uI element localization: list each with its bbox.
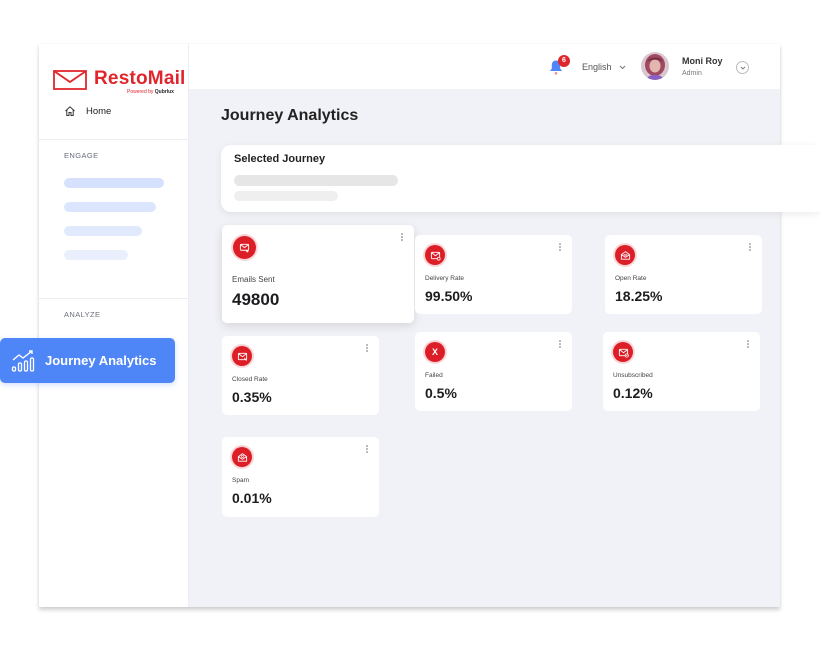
metric-label: Open Rate: [615, 275, 647, 282]
language-selector[interactable]: English: [582, 62, 626, 72]
mail-send-icon: [233, 236, 256, 259]
sidebar-item-home-label: Home: [86, 105, 112, 117]
user-menu-button[interactable]: [736, 61, 749, 74]
x-icon: X: [425, 342, 445, 362]
notification-count-badge: 6: [558, 55, 570, 67]
selected-journey-label: Selected Journey: [234, 153, 326, 165]
app-window: [39, 44, 780, 607]
avatar[interactable]: [641, 52, 669, 80]
metric-value: 49800: [232, 290, 280, 309]
metric-value: 0.01%: [232, 490, 272, 506]
metric-card-failed[interactable]: X Failed 0.5%: [415, 332, 572, 411]
sidebar-item-journey-analytics-label: Journey Analytics: [45, 353, 157, 368]
home-icon: [65, 106, 75, 116]
metric-card-emails-sent[interactable]: Emails Sent 49800: [222, 225, 414, 323]
section-label-engage: ENGAGE: [64, 151, 99, 160]
metric-value: 99.50%: [425, 288, 473, 304]
brand-name: RestoMail: [94, 68, 186, 89]
envelope-logo-icon: [53, 70, 87, 90]
metric-label: Unsubscribed: [613, 372, 653, 379]
metric-card-open-rate[interactable]: Open Rate 18.25%: [605, 235, 762, 314]
powered-by-prefix: Powered by: [127, 89, 154, 95]
metric-card-unsubscribed[interactable]: Unsubscribed 0.12%: [603, 332, 760, 411]
mail-spam-icon: [232, 447, 252, 467]
journey-selector-loading[interactable]: [234, 175, 398, 186]
sidebar-loading-item: [64, 202, 156, 212]
mail-delivered-icon: [425, 245, 445, 265]
powered-by-name: Qubrlux: [154, 89, 174, 95]
card-menu-kebab-icon[interactable]: [748, 243, 752, 253]
metric-label: Emails Sent: [232, 275, 275, 284]
metric-card-closed-rate[interactable]: Closed Rate 0.35%: [222, 336, 379, 415]
user-name: Moni Roy: [682, 56, 723, 66]
user-role: Admin: [682, 70, 702, 77]
mail-unsubscribe-icon: [613, 342, 633, 362]
selected-journey-card: Selected Journey: [221, 145, 820, 212]
sidebar-loading-item: [64, 226, 142, 236]
card-menu-kebab-icon[interactable]: [558, 243, 562, 253]
sidebar-item-home[interactable]: Home: [64, 105, 111, 117]
card-menu-kebab-icon[interactable]: [400, 233, 404, 243]
chevron-down-icon: [619, 65, 625, 69]
sidebar-divider: [39, 298, 189, 299]
card-menu-kebab-icon[interactable]: [558, 340, 562, 350]
metric-label: Spam: [232, 477, 249, 484]
metric-value: 0.12%: [613, 385, 653, 401]
language-label: English: [582, 62, 612, 72]
sidebar: [39, 44, 189, 607]
powered-by: Powered by Qubrlux: [127, 89, 174, 95]
sidebar-loading-item: [64, 178, 164, 188]
metric-value: 0.5%: [425, 385, 457, 401]
user-avatar-image: [641, 52, 669, 80]
top-bar: [189, 44, 780, 89]
journey-detail-loading: [234, 191, 338, 201]
card-menu-kebab-icon[interactable]: [365, 445, 369, 455]
metric-value: 18.25%: [615, 288, 663, 304]
card-menu-kebab-icon[interactable]: [365, 344, 369, 354]
mail-closed-icon: [232, 346, 252, 366]
mail-open-icon: [615, 245, 635, 265]
metric-card-spam[interactable]: Spam 0.01%: [222, 437, 379, 517]
metric-value: 0.35%: [232, 389, 272, 405]
metric-card-delivery-rate[interactable]: Delivery Rate 99.50%: [415, 235, 572, 314]
metric-label: Failed: [425, 372, 443, 379]
brand-logo[interactable]: RestoMail Powered by Qubrlux: [53, 68, 186, 95]
metric-label: Closed Rate: [232, 376, 268, 383]
sidebar-item-journey-analytics[interactable]: Journey Analytics: [0, 338, 175, 383]
section-label-analyze: ANALYZE: [64, 310, 101, 319]
sidebar-divider: [39, 139, 189, 140]
metric-label: Delivery Rate: [425, 275, 465, 282]
sidebar-loading-item: [64, 250, 128, 260]
page-title: Journey Analytics: [221, 107, 359, 124]
bar-chart-trend-icon: [11, 349, 35, 372]
card-menu-kebab-icon[interactable]: [746, 340, 750, 350]
chevron-down-icon: [740, 66, 745, 70]
